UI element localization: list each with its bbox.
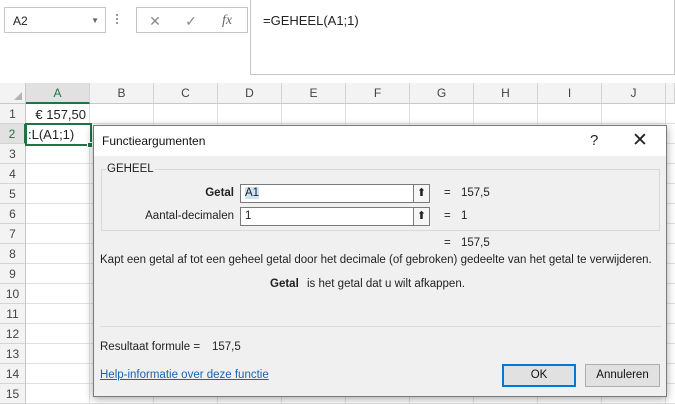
- formula-input[interactable]: =GEHEEL(A1;1): [250, 0, 675, 75]
- argument-description-name: Getal: [270, 278, 299, 290]
- argument-label-getal: Getal: [205, 187, 234, 199]
- close-icon[interactable]: ✕: [632, 129, 648, 152]
- getal-result: 157,5: [461, 187, 490, 199]
- column-header-j[interactable]: J: [602, 83, 666, 104]
- cancel-button[interactable]: Annuleren: [585, 364, 660, 387]
- column-header-k[interactable]: [666, 83, 675, 104]
- equals-sign: =: [444, 187, 451, 199]
- formula-bar: A2 ▼ ✕ ✓ fx =GEHEEL(A1;1): [0, 0, 675, 83]
- row-header-12[interactable]: 12: [0, 324, 26, 344]
- result-formula-value: 157,5: [212, 341, 241, 353]
- function-description: Kapt een getal af tot een geheel getal d…: [100, 254, 652, 266]
- function-result: 157,5: [461, 237, 490, 249]
- cancel-icon[interactable]: ✕: [145, 12, 165, 30]
- row-header-5[interactable]: 5: [0, 184, 26, 204]
- divider: [100, 326, 662, 327]
- row-header-4[interactable]: 4: [0, 164, 26, 184]
- formula-buttons: ✕ ✓ fx: [136, 7, 248, 33]
- gridline: [26, 123, 675, 124]
- result-formula-label: Resultaat formule =: [100, 341, 201, 353]
- help-link[interactable]: Help-informatie over deze functie: [100, 369, 269, 381]
- argument-label-aantal-decimalen: Aantal-decimalen: [145, 210, 234, 222]
- column-header-b[interactable]: B: [90, 83, 154, 104]
- aantal-decimalen-input-value: 1: [245, 210, 252, 222]
- name-box-value: A2: [13, 14, 28, 28]
- ok-button[interactable]: OK: [502, 364, 576, 387]
- argument-description-text: is het getal dat u wilt afkappen.: [307, 278, 465, 290]
- column-header-c[interactable]: C: [154, 83, 218, 104]
- aantal-decimalen-result: 1: [461, 210, 468, 222]
- row-header-8[interactable]: 8: [0, 244, 26, 264]
- column-header-f[interactable]: F: [346, 83, 410, 104]
- row-header-1[interactable]: 1: [0, 104, 26, 124]
- column-header-e[interactable]: E: [282, 83, 346, 104]
- cell-a1[interactable]: € 157,50: [27, 105, 90, 124]
- formula-text: =GEHEEL(A1;1): [263, 13, 359, 28]
- row-header-7[interactable]: 7: [0, 224, 26, 244]
- enter-icon[interactable]: ✓: [181, 12, 201, 30]
- function-arguments-dialog: Functieargumenten ? ✕ GEHEEL Getal A1 ⬆ …: [93, 125, 667, 397]
- insert-function-icon[interactable]: fx: [217, 12, 237, 30]
- row-header-9[interactable]: 9: [0, 264, 26, 284]
- column-header-g[interactable]: G: [410, 83, 474, 104]
- gridline: [89, 104, 90, 404]
- row-header-15[interactable]: 15: [0, 384, 26, 404]
- getal-input-value: A1: [245, 187, 260, 199]
- getal-input[interactable]: A1: [240, 184, 424, 203]
- help-icon[interactable]: ?: [590, 132, 598, 149]
- collapse-dialog-icon[interactable]: ⬆: [413, 184, 430, 203]
- select-all-button[interactable]: [0, 83, 26, 104]
- column-header-d[interactable]: D: [218, 83, 282, 104]
- dialog-title: Functieargumenten: [102, 134, 206, 148]
- row-header-2[interactable]: 2: [0, 124, 26, 144]
- row-header-6[interactable]: 6: [0, 204, 26, 224]
- chevron-down-icon[interactable]: ▼: [91, 16, 99, 25]
- row-header-10[interactable]: 10: [0, 284, 26, 304]
- function-name: GEHEEL: [106, 163, 155, 175]
- column-header-i[interactable]: I: [538, 83, 602, 104]
- cell-a2-active[interactable]: :L(A1;1): [25, 123, 92, 146]
- row-header-14[interactable]: 14: [0, 364, 26, 384]
- column-header-a[interactable]: A: [26, 83, 90, 104]
- row-header-11[interactable]: 11: [0, 304, 26, 324]
- row-header-3[interactable]: 3: [0, 144, 26, 164]
- aantal-decimalen-input[interactable]: 1: [240, 207, 424, 226]
- equals-sign: =: [444, 237, 451, 249]
- drag-handle-icon[interactable]: [116, 12, 120, 28]
- row-header-13[interactable]: 13: [0, 344, 26, 364]
- equals-sign: =: [444, 210, 451, 222]
- column-header-h[interactable]: H: [474, 83, 538, 104]
- collapse-dialog-icon[interactable]: ⬆: [413, 207, 430, 226]
- name-box[interactable]: A2 ▼: [4, 7, 106, 33]
- dialog-titlebar[interactable]: Functieargumenten ? ✕: [94, 126, 666, 156]
